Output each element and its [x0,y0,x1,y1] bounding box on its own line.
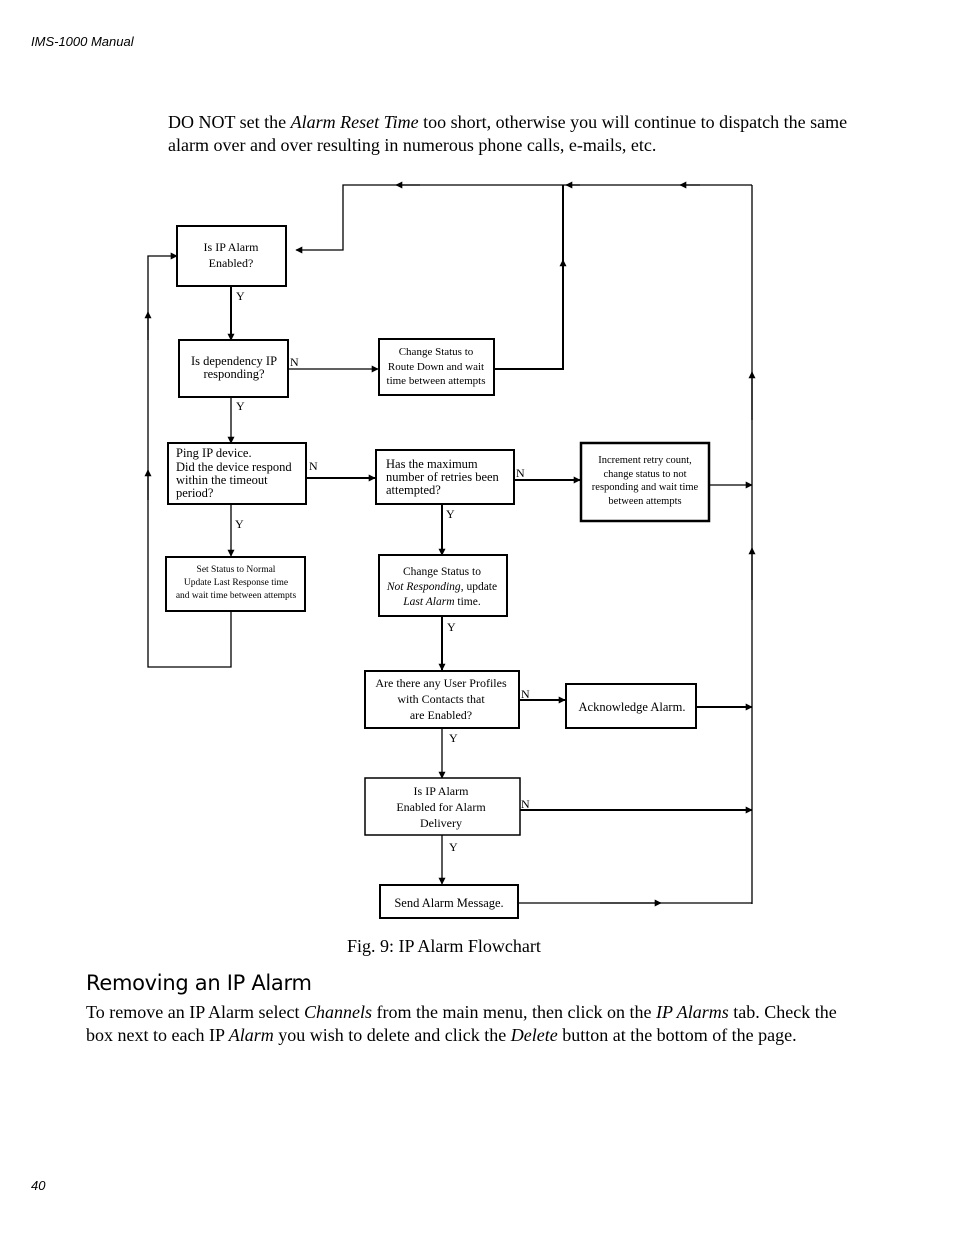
node-text: Not Responding, update [386,581,497,593]
emphasis-text: IP Alarms [655,1002,729,1022]
yes-label: Y [235,517,244,531]
node-text: are Enabled? [410,708,472,722]
emphasis-text: Delete [510,1025,558,1045]
yes-label: Y [449,731,458,745]
node-text: and wait time between attempts [176,591,297,601]
node-dependency-ip: Is dependency IP responding? [178,339,289,398]
figure-caption: Fig. 9: IP Alarm Flowchart [347,936,541,956]
node-text: Did the device respond [176,460,292,474]
node-not-responding: Change Status to Not Responding, update … [378,554,508,617]
node-text: attempted? [386,483,441,497]
node-text: Ping IP device. [176,446,252,460]
section-title: Removing an IP Alarm [86,971,312,995]
node-text: Enabled for Alarm [396,800,486,814]
yes-label: Y [236,399,245,413]
node-alarm-delivery: Is IP Alarm Enabled for Alarm Delivery [364,777,521,836]
node-text: within the timeout [176,473,268,487]
text-run: To remove an IP Alarm select [86,1002,305,1022]
route-down-return [494,185,564,370]
yes-label: Y [446,507,455,521]
node-text: Send Alarm Message. [394,896,503,910]
node-text: Last Alarm time. [402,596,481,608]
node-text: responding? [203,367,265,381]
node-text: Is dependency IP [191,354,277,368]
node-ping-device: Ping IP device. Did the device respond w… [167,442,307,505]
no-label: N [309,459,318,473]
node-set-normal: Set Status to Normal Update Last Respons… [165,556,306,612]
node-max-retries: Has the maximum number of retries been a… [375,449,515,505]
text-run: button at the bottom of the page. [557,1025,797,1045]
node-send-alarm: Send Alarm Message. [379,884,519,919]
yes-label: Y [447,620,456,634]
no-label: N [516,466,525,480]
yes-label: Y [236,289,245,303]
node-text: Is IP Alarm [204,240,260,254]
node-text: change status to not [603,469,686,480]
no-label: N [521,797,530,811]
node-text: Enabled? [209,256,254,270]
emphasis-text: Channels [304,1002,373,1022]
section-paragraph: To remove an IP Alarm select Channels fr… [86,1001,846,1047]
node-text: responding and wait time [592,482,699,493]
node-user-profiles: Are there any User Profiles with Contact… [364,670,520,729]
node-text: time between attempts [387,375,486,387]
node-text: Are there any User Profiles [375,676,507,690]
page-number: 40 [31,1178,46,1193]
node-acknowledge: Acknowledge Alarm. [565,683,697,729]
no-label: N [521,687,530,701]
node-text: Is IP Alarm [414,784,470,798]
node-text: Increment retry count, [598,455,692,466]
text-run: from the main menu, then click on the [372,1002,656,1022]
node-route-down: Change Status to Route Down and wait tim… [378,338,495,396]
node-text: with Contacts that [397,692,485,706]
node-text: number of retries been [386,470,500,484]
emphasis-text: Alarm [228,1025,274,1045]
node-text: Change Status to [399,346,474,358]
node-text: Acknowledge Alarm. [579,700,686,714]
node-text: Set Status to Normal [197,565,276,575]
node-ip-alarm-enabled: Is IP Alarm Enabled? [176,225,287,287]
node-text: Has the maximum [386,457,478,471]
no-label: N [290,355,299,369]
node-text: between attempts [608,496,681,507]
node-text: period? [176,486,214,500]
node-text: Delivery [420,816,462,830]
yes-label: Y [449,840,458,854]
node-increment-retry: Increment retry count, change status to … [579,441,711,523]
text-run: you wish to delete and click the [273,1025,511,1045]
return-line-top [295,184,752,254]
ip-alarm-flowchart: Is IP Alarm Enabled? Is dependency IP re… [144,181,756,919]
node-text: Route Down and wait [388,361,484,373]
node-text: Update Last Response time [184,578,288,588]
node-text: Change Status to [403,566,481,578]
